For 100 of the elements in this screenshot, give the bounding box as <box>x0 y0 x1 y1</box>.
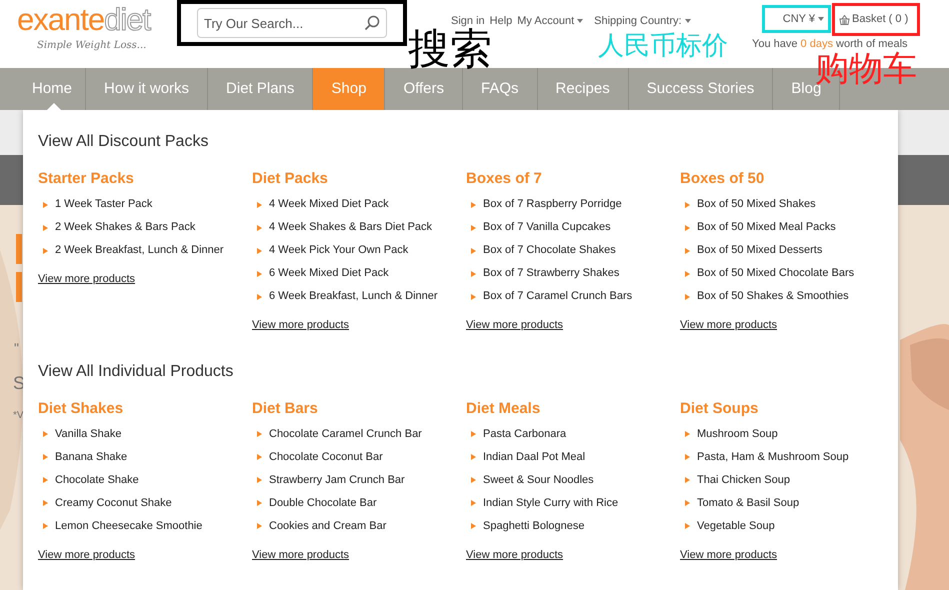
hero-text: " <box>14 339 19 358</box>
bullet-icon <box>685 248 690 254</box>
bullet-icon <box>685 523 690 529</box>
currency-dropdown[interactable]: CNY ¥ <box>782 10 824 28</box>
search-field[interactable]: Try Our Search... <box>197 8 387 38</box>
bullet-icon <box>43 523 48 529</box>
bullet-icon <box>43 477 48 483</box>
product-link[interactable]: Strawberry Jam Crunch Bar <box>269 472 405 488</box>
bullet-icon <box>471 270 476 276</box>
basket-link[interactable]: Basket ( 0 ) <box>839 11 908 28</box>
product-link[interactable]: 4 Week Pick Your Own Pack <box>269 242 408 259</box>
top-link[interactable]: Help <box>490 13 512 30</box>
view-more-link[interactable]: View more products <box>466 317 564 334</box>
caret-icon <box>818 17 824 21</box>
bullet-icon <box>257 500 262 506</box>
product-link[interactable]: Box of 7 Raspberry Porridge <box>483 196 622 213</box>
product-link[interactable]: Tomato & Basil Soup <box>697 494 800 512</box>
product-link[interactable]: 6 Week Mixed Diet Pack <box>269 265 389 282</box>
product-link[interactable]: Lemon Cheesecake Smoothie <box>55 518 202 534</box>
bullet-icon <box>685 431 690 437</box>
bullet-icon <box>43 248 48 254</box>
product-link[interactable]: 6 Week Breakfast, Lunch & Dinner <box>269 288 438 305</box>
bullet-icon <box>685 500 690 506</box>
bullet-icon <box>257 431 262 437</box>
view-more-link[interactable]: View more products <box>38 546 136 563</box>
product-link[interactable]: Chocolate Coconut Bar <box>269 448 383 466</box>
bullet-icon <box>471 224 476 230</box>
annotation-label: 搜索 <box>408 28 492 70</box>
bullet-icon <box>257 248 262 254</box>
basket-icon <box>839 14 850 24</box>
top-link[interactable]: My Account <box>517 13 584 30</box>
bullet-icon <box>685 224 690 230</box>
bullet-icon <box>471 477 476 483</box>
bullet-icon <box>43 431 48 437</box>
logo-tagline: Simple Weight Loss... <box>37 39 148 53</box>
product-link[interactable]: Box of 50 Mixed Chocolate Bars <box>697 265 854 282</box>
view-more-link[interactable]: View more products <box>252 317 350 334</box>
product-link[interactable]: Box of 50 Shakes & Smoothies <box>697 288 849 305</box>
product-link[interactable]: Pasta, Ham & Mushroom Soup <box>697 448 849 466</box>
product-link[interactable]: Vanilla Shake <box>55 426 122 442</box>
product-link[interactable]: Chocolate Caramel Crunch Bar <box>269 426 422 442</box>
product-link[interactable]: Cookies and Cream Bar <box>269 518 386 534</box>
product-link[interactable]: Box of 50 Mixed Shakes <box>697 196 816 213</box>
view-more-link[interactable]: View more products <box>38 271 136 288</box>
bullet-icon <box>43 224 48 230</box>
section-heading[interactable]: View All Discount Packs <box>38 130 898 154</box>
bullet-icon <box>471 202 476 208</box>
product-link[interactable]: Mushroom Soup <box>697 426 778 442</box>
product-link[interactable]: Chocolate Shake <box>55 472 139 488</box>
product-link[interactable]: 2 Week Breakfast, Lunch & Dinner <box>55 242 224 259</box>
view-more-link[interactable]: View more products <box>680 546 778 563</box>
section-heading[interactable]: View All Individual Products <box>38 360 898 384</box>
bullet-icon <box>471 294 476 300</box>
product-link[interactable]: 4 Week Mixed Diet Pack <box>269 196 389 213</box>
bullet-icon <box>471 454 476 460</box>
annotation-label: 人民币标价 <box>598 33 728 59</box>
product-link[interactable]: 4 Week Shakes & Bars Diet Pack <box>269 219 432 236</box>
product-link[interactable]: Box of 7 Chocolate Shakes <box>483 242 616 259</box>
bullet-icon <box>471 523 476 529</box>
bullet-icon <box>257 477 262 483</box>
bullet-icon <box>257 202 262 208</box>
bullet-icon <box>685 270 690 276</box>
bullet-icon <box>685 202 690 208</box>
view-more-link[interactable]: View more products <box>252 546 350 563</box>
bullet-icon <box>257 523 262 529</box>
bullet-icon <box>257 294 262 300</box>
bullet-icon <box>685 477 690 483</box>
bullet-icon <box>471 500 476 506</box>
product-link[interactable]: Thai Chicken Soup <box>697 472 790 488</box>
product-link[interactable]: Box of 50 Mixed Meal Packs <box>697 219 836 236</box>
product-link[interactable]: Double Chocolate Bar <box>269 494 377 512</box>
product-link[interactable]: Indian Style Curry with Rice <box>483 494 618 512</box>
bullet-icon <box>257 224 262 230</box>
bullet-icon <box>43 500 48 506</box>
meals-note: You have 0 days worth of meals <box>752 38 908 51</box>
product-link[interactable]: Vegetable Soup <box>697 518 775 534</box>
search-icon[interactable] <box>364 15 380 31</box>
product-link[interactable]: Box of 7 Vanilla Cupcakes <box>483 219 611 236</box>
product-link[interactable]: Box of 50 Mixed Desserts <box>697 242 822 259</box>
product-link[interactable]: 2 Week Shakes & Bars Pack <box>55 219 196 236</box>
product-link[interactable]: Box of 7 Caramel Crunch Bars <box>483 288 632 305</box>
bullet-icon <box>257 454 262 460</box>
product-link[interactable]: Box of 7 Strawberry Shakes <box>483 265 620 282</box>
product-link[interactable]: Creamy Coconut Shake <box>55 494 172 512</box>
bullet-icon <box>471 248 476 254</box>
product-link[interactable]: Pasta Carbonara <box>483 426 566 442</box>
product-link[interactable]: Spaghetti Bolognese <box>483 518 585 534</box>
product-link[interactable]: Indian Daal Pot Meal <box>483 448 586 466</box>
product-link[interactable]: Banana Shake <box>55 448 128 466</box>
view-more-link[interactable]: View more products <box>466 546 564 563</box>
bullet-icon <box>43 454 48 460</box>
product-link[interactable]: Sweet & Sour Noodles <box>483 472 594 488</box>
view-more-link[interactable]: View more products <box>680 317 778 334</box>
bullet-icon <box>43 202 48 208</box>
bullet-icon <box>685 294 690 300</box>
bullet-icon <box>257 270 262 276</box>
bullet-icon <box>471 431 476 437</box>
product-link[interactable]: 1 Week Taster Pack <box>55 196 152 213</box>
top-link[interactable]: Shipping Country: <box>594 13 691 30</box>
top-link[interactable]: Sign in <box>451 13 485 30</box>
